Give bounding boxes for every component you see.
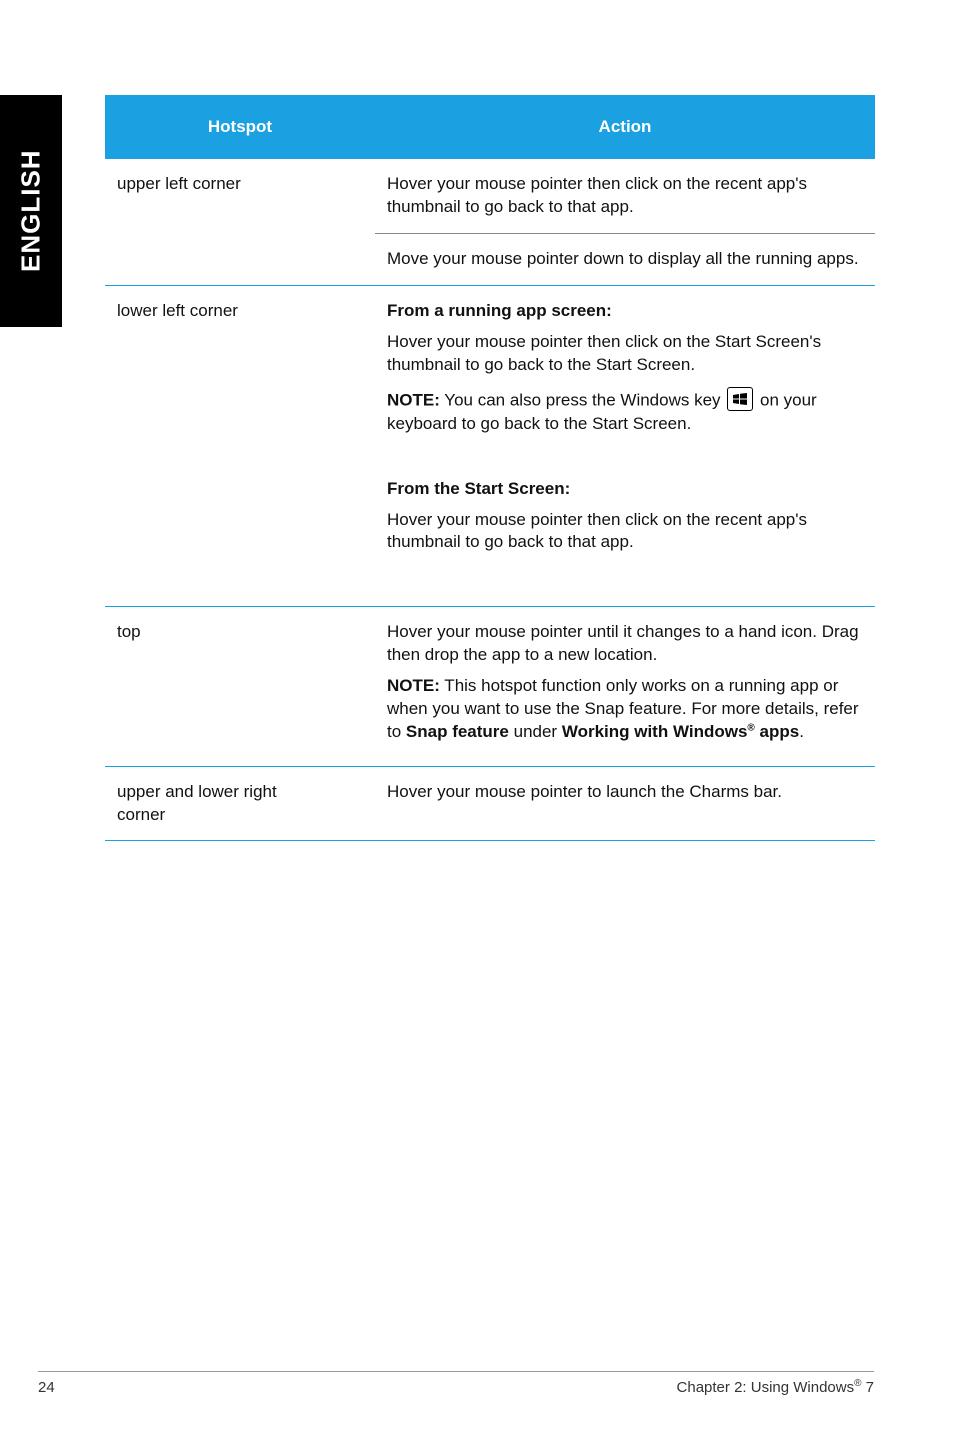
- page-number: 24: [38, 1379, 55, 1396]
- table-row: lower left corner From a running app scr…: [105, 285, 875, 457]
- page-footer: 24 Chapter 2: Using Windows® 7: [38, 1371, 874, 1396]
- hotspot-table: Hotspot Action upper left corner Hover y…: [105, 95, 875, 841]
- action-upper-left-2: Move your mouse pointer down to display …: [375, 233, 875, 285]
- header-hotspot: Hotspot: [105, 95, 375, 159]
- language-label: ENGLISH: [16, 150, 47, 273]
- table-header-row: Hotspot Action: [105, 95, 875, 159]
- main-content: Hotspot Action upper left corner Hover y…: [105, 95, 875, 841]
- heading-running-app: From a running app screen:: [387, 300, 863, 323]
- hotspot-top: top: [105, 606, 375, 766]
- table-row: upper and lower right corner Hover your …: [105, 766, 875, 841]
- action-upper-lower-right: Hover your mouse pointer to launch the C…: [375, 766, 875, 841]
- hotspot-upper-left: upper left corner: [105, 159, 375, 285]
- heading-start-screen: From the Start Screen:: [387, 478, 863, 501]
- action-lower-left-block1: From a running app screen: Hover your mo…: [375, 285, 875, 457]
- header-action: Action: [375, 95, 875, 159]
- chapter-label: Chapter 2: Using Windows® 7: [677, 1378, 874, 1396]
- hotspot-upper-lower-right: upper and lower right corner: [105, 766, 375, 841]
- note-lower-left: NOTE: You can also press the Windows key…: [387, 389, 863, 436]
- para-lower-left-2: Hover your mouse pointer then click on t…: [387, 509, 863, 555]
- action-lower-left-block2: From the Start Screen: Hover your mouse …: [375, 458, 875, 577]
- note-label: NOTE:: [387, 676, 440, 695]
- spacer-row: [105, 576, 875, 606]
- action-upper-left-1: Hover your mouse pointer then click on t…: [375, 159, 875, 233]
- note-label: NOTE:: [387, 390, 440, 409]
- para-top-1: Hover your mouse pointer until it change…: [387, 621, 863, 667]
- para-lower-left-1: Hover your mouse pointer then click on t…: [387, 331, 863, 377]
- action-top: Hover your mouse pointer until it change…: [375, 606, 875, 766]
- hotspot-lower-left: lower left corner: [105, 285, 375, 576]
- windows-key-icon: [727, 387, 753, 411]
- note-top: NOTE: This hotspot function only works o…: [387, 675, 863, 744]
- table-row: top Hover your mouse pointer until it ch…: [105, 606, 875, 766]
- table-row: upper left corner Hover your mouse point…: [105, 159, 875, 233]
- language-sidebar: ENGLISH: [0, 95, 62, 327]
